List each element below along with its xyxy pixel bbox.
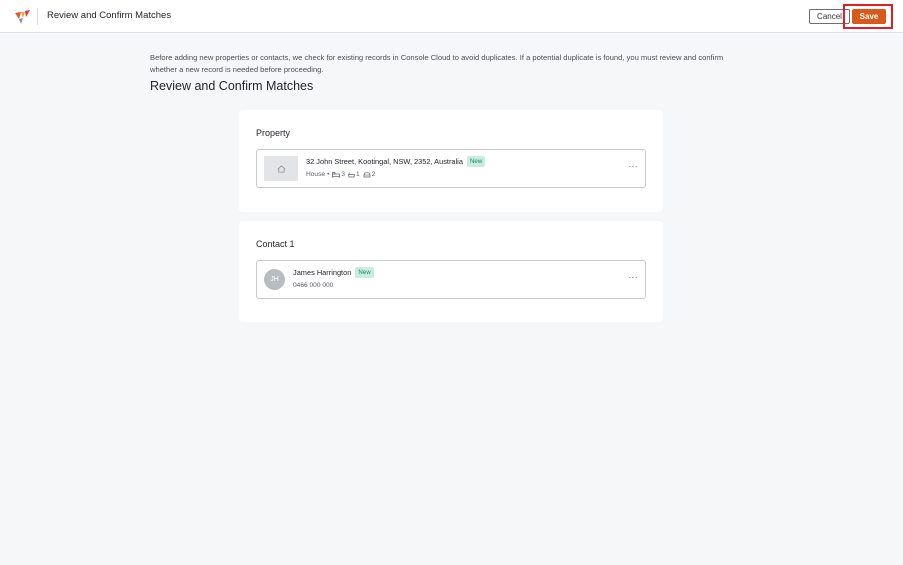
app-logo-icon [15,10,30,24]
top-bar: Review and Confirm Matches Cancel Save [0,0,903,33]
bedrooms-feature: 3 [332,171,345,178]
status-badge: New [355,267,374,278]
contact-phone: 0466 000 000 [293,282,334,289]
contact-section-title: Contact 1 [256,239,295,249]
bath-icon [348,172,355,177]
page-title: Review and Confirm Matches [150,79,314,93]
property-details: House • 3 1 2 [306,171,375,178]
more-options-icon[interactable]: ··· [629,163,639,171]
header-divider [37,8,38,25]
property-type: House [306,171,326,178]
details-separator: • [327,171,330,178]
avatar: JH [264,269,285,290]
property-card[interactable]: 32 John Street, Kootingal, NSW, 2352, Au… [256,149,646,188]
car-spaces-feature: 2 [363,171,376,178]
contact-name: James Harrington [293,268,352,277]
intro-text: Before adding new properties or contacts… [150,53,724,74]
property-section: Property 32 John Street, Kootingal, NSW,… [239,110,663,212]
status-badge: New [466,156,486,167]
property-section-title: Property [256,128,291,138]
save-button[interactable]: Save [852,9,886,24]
property-thumbnail [264,156,298,181]
bed-icon [332,171,341,178]
header-title: Review and Confirm Matches [47,10,172,21]
property-title-row: 32 John Street, Kootingal, NSW, 2352, Au… [306,156,486,167]
more-options-icon[interactable]: ··· [629,274,639,282]
contact-card[interactable]: JH James Harrington New 0466 000 000 ··· [256,260,646,299]
bathrooms-feature: 1 [348,171,360,178]
car-icon [363,171,371,177]
car-spaces-count: 2 [371,171,376,178]
bedrooms-count: 3 [341,171,346,178]
property-address: 32 John Street, Kootingal, NSW, 2352, Au… [306,157,463,166]
contact-section: Contact 1 JH James Harrington New 0466 0… [239,221,663,322]
bathrooms-count: 1 [356,171,360,178]
contact-title-row: James Harrington New [293,267,374,278]
house-icon [277,164,285,173]
